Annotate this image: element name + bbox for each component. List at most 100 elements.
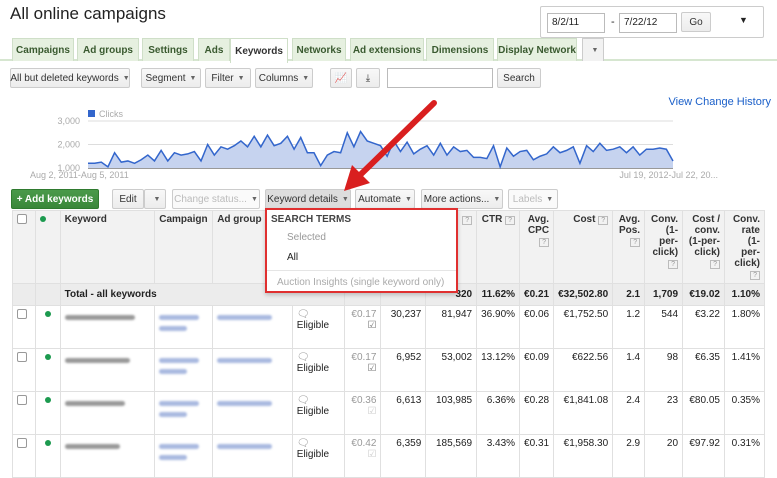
status-cell: 🗨 Eligible	[291, 434, 345, 478]
help-icon[interactable]: ?	[750, 271, 760, 280]
help-icon[interactable]: ?	[598, 216, 609, 225]
ad-group-cell[interactable]	[212, 391, 293, 435]
avg-pos-cell: 2.4	[612, 391, 646, 435]
row-status-dot	[34, 391, 61, 435]
avg-cpc-cell: €0.31	[519, 434, 555, 478]
max-cpc-cell[interactable]: €0.17 ☑	[343, 305, 382, 349]
tab-settings[interactable]: Settings	[142, 38, 194, 61]
max-cpc-cell[interactable]: €0.17 ☑	[343, 348, 382, 392]
col-avg-pos[interactable]: Avg. Pos.?	[612, 210, 646, 284]
col-ctr[interactable]: CTR ?	[476, 210, 521, 284]
labels-label: Labels	[512, 193, 543, 205]
tab-campaigns[interactable]: Campaigns	[12, 38, 74, 61]
help-icon[interactable]: ?	[505, 216, 516, 225]
cost-cell: €622.56	[553, 348, 614, 392]
total-cost-conv: €19.02	[682, 283, 725, 306]
chart-toggle-button[interactable]: 📈	[330, 68, 352, 88]
x-axis-label-end: Jul 19, 2012-Jul 22, 20...	[619, 170, 718, 180]
col-conv-rate[interactable]: Conv. rate (1-per-click)?	[723, 210, 766, 284]
search-button[interactable]: Search	[497, 68, 541, 88]
change-status-button[interactable]: Change status... ▼	[172, 189, 260, 209]
help-icon[interactable]: ?	[668, 260, 679, 269]
keyword-cell[interactable]	[59, 391, 156, 435]
campaign-cell[interactable]	[154, 391, 214, 435]
help-icon[interactable]: ?	[710, 260, 720, 269]
bid-chart-icon[interactable]: ☑	[367, 320, 376, 331]
max-cpc-cell[interactable]: €0.42 ☑	[343, 434, 382, 478]
filter-button[interactable]: Filter ▼	[205, 68, 251, 88]
avg-pos-cell: 1.4	[612, 348, 646, 392]
date-dropdown-icon[interactable]: ▼	[739, 15, 748, 25]
row-checkbox[interactable]	[17, 438, 27, 448]
redacted-ad-group	[217, 401, 273, 406]
speech-bubble-icon[interactable]: 🗨	[297, 309, 310, 320]
edit-dropdown-button[interactable]: ▼	[144, 189, 166, 209]
ad-group-cell[interactable]	[212, 348, 293, 392]
row-checkbox[interactable]	[17, 395, 27, 405]
more-tabs-button[interactable]: ▼	[582, 38, 604, 61]
ad-group-cell[interactable]	[212, 434, 293, 478]
col-keyword[interactable]: Keyword	[59, 210, 156, 284]
chevron-down-icon: ▼	[250, 195, 258, 203]
bid-chart-icon[interactable]: ☑	[367, 406, 376, 417]
go-button[interactable]: Go	[681, 12, 711, 32]
menu-item-all[interactable]: All	[287, 252, 298, 263]
menu-item-auction-insights[interactable]: Auction Insights (single keyword only)	[277, 277, 444, 288]
x-axis-label-start: Aug 2, 2011-Aug 5, 2011	[30, 170, 129, 180]
keyword-cell[interactable]	[59, 348, 156, 392]
help-icon[interactable]: ?	[630, 238, 641, 247]
legend-label: Clicks	[99, 109, 123, 119]
end-date-input[interactable]: 7/22/12	[619, 13, 677, 33]
automate-label: Automate	[358, 193, 401, 205]
add-keywords-button[interactable]: + Add keywords	[11, 189, 99, 209]
labels-button[interactable]: Labels ▼	[508, 189, 558, 209]
redacted-campaign	[159, 326, 188, 331]
tab-ad-extensions[interactable]: Ad extensions	[350, 38, 424, 61]
total-avg-pos: 2.1	[612, 283, 646, 306]
col-avg-cpc[interactable]: Avg. CPC?	[519, 210, 555, 284]
columns-label: Columns	[258, 72, 299, 84]
select-all-checkbox[interactable]	[17, 214, 27, 224]
speech-bubble-icon[interactable]: 🗨	[297, 395, 310, 406]
tab-networks[interactable]: Networks	[292, 38, 346, 61]
speech-bubble-icon[interactable]: 🗨	[297, 438, 310, 449]
start-date-input[interactable]: 8/2/11	[547, 13, 605, 33]
bid-chart-icon[interactable]: ☑	[367, 363, 376, 374]
keyword-filter-select[interactable]: All but deleted keywords ▼	[10, 68, 130, 88]
tab-keywords[interactable]: Keywords	[230, 38, 288, 63]
search-input[interactable]	[387, 68, 493, 88]
download-button[interactable]: ⤓	[356, 68, 380, 88]
table-row: 🗨 Eligible €0.17 ☑ 6,952 53,002 13.12% €0.…	[12, 348, 766, 392]
keyword-cell[interactable]	[59, 434, 156, 478]
campaign-cell[interactable]	[154, 348, 214, 392]
keyword-cell[interactable]	[59, 305, 156, 349]
help-icon[interactable]: ?	[462, 216, 473, 225]
menu-item-selected[interactable]: Selected	[287, 232, 326, 243]
max-cpc-cell[interactable]: €0.36 ☑	[343, 391, 382, 435]
row-checkbox[interactable]	[17, 309, 27, 319]
row-select	[12, 434, 36, 478]
col-cost[interactable]: Cost ?	[553, 210, 614, 284]
speech-bubble-icon[interactable]: 🗨	[297, 352, 310, 363]
segment-button[interactable]: Segment ▼	[141, 68, 201, 88]
tab-ads[interactable]: Ads	[198, 38, 230, 61]
col-conv[interactable]: Conv. (1-per-click)?	[644, 210, 684, 284]
edit-button[interactable]: Edit	[112, 189, 144, 209]
help-icon[interactable]: ?	[539, 238, 550, 247]
max-cpc-value: €0.17	[351, 352, 377, 363]
col-campaign[interactable]: Campaign	[154, 210, 214, 284]
tab-ad-groups[interactable]: Ad groups	[77, 38, 139, 61]
row-checkbox[interactable]	[17, 352, 27, 362]
col-cost-conv[interactable]: Cost / conv. (1-per-click)?	[682, 210, 725, 284]
ctr-cell: 36.90%	[476, 305, 521, 349]
campaign-cell[interactable]	[154, 305, 214, 349]
chevron-down-icon: ▼	[591, 46, 599, 54]
redacted-ad-group	[217, 315, 273, 320]
ad-group-cell[interactable]	[212, 305, 293, 349]
redacted-campaign	[159, 401, 200, 406]
bid-chart-icon[interactable]: ☑	[367, 449, 376, 460]
columns-button[interactable]: Columns ▼	[255, 68, 313, 88]
campaign-cell[interactable]	[154, 434, 214, 478]
tab-dimensions[interactable]: Dimensions	[426, 38, 494, 61]
tab-display-network[interactable]: Display Network	[497, 38, 577, 61]
